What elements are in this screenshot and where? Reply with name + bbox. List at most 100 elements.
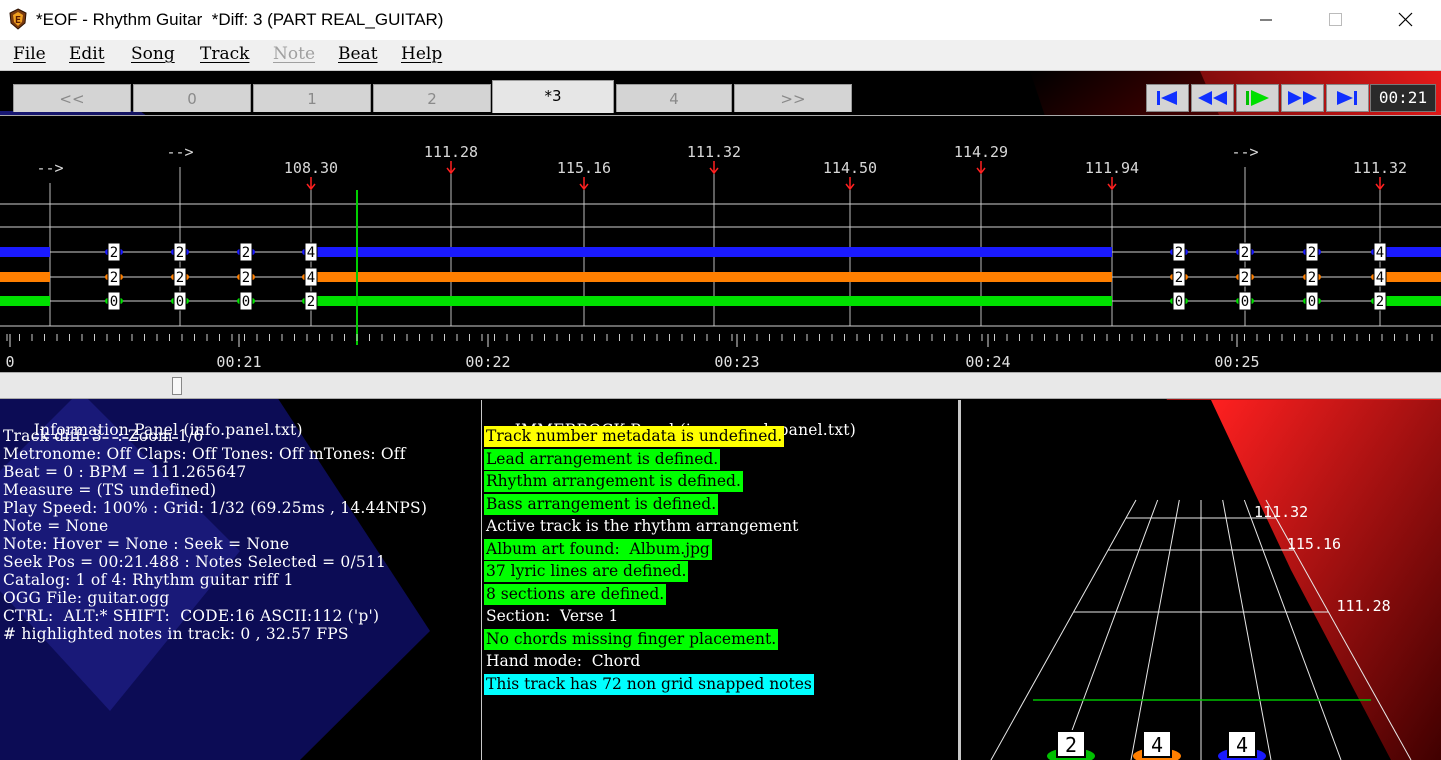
app-icon: E bbox=[9, 8, 27, 30]
fret-number: 0 bbox=[176, 294, 184, 310]
info-line: OGG File: guitar.ogg bbox=[3, 589, 170, 607]
fret-number: 2 bbox=[1376, 294, 1384, 310]
fret-number: 0 bbox=[242, 294, 250, 310]
play-icon bbox=[1246, 90, 1269, 106]
immerrock-line: Section: Verse 1 bbox=[486, 607, 619, 625]
fret-number: 2 bbox=[307, 294, 315, 310]
menu-song[interactable]: Song bbox=[131, 44, 175, 64]
tab-diff-1[interactable]: 1 bbox=[253, 84, 371, 112]
info-line: CTRL: ALT:* SHIFT: CODE:16 ASCII:112 ('p… bbox=[3, 607, 380, 625]
immerrock-line: 8 sections are defined. bbox=[484, 583, 667, 605]
close-button[interactable] bbox=[1371, 0, 1441, 40]
fret-number: 4 bbox=[307, 245, 315, 261]
sustain-bar bbox=[1380, 247, 1441, 257]
info-panel: Information Panel (info.panel.txt) Track… bbox=[0, 400, 480, 760]
play-button[interactable] bbox=[1236, 84, 1279, 112]
fret-number: 2 bbox=[242, 245, 250, 261]
info-panel-lines: Track diff: 3 : Zoom 1/6 Metronome: Off C… bbox=[3, 427, 427, 643]
fast-forward-button[interactable] bbox=[1281, 84, 1324, 112]
fret-number: 2 bbox=[1241, 270, 1249, 286]
tab-diff-2[interactable]: 2 bbox=[373, 84, 491, 112]
fret-number: 0 bbox=[1175, 294, 1183, 310]
beat-label: 115.16 bbox=[557, 159, 611, 177]
info-line: Track diff: 3 : Zoom 1/6 bbox=[3, 427, 204, 445]
info-line: Play Speed: 100% : Grid: 1/32 (69.25ms ,… bbox=[3, 499, 428, 517]
fret-number: 2 bbox=[242, 270, 250, 286]
sustain-bar bbox=[311, 247, 1112, 257]
info-line: Beat = 0 : BPM = 111.265647 bbox=[3, 463, 247, 481]
sustain-bar bbox=[0, 272, 50, 282]
immerrock-line: Album art found: Album.jpg bbox=[484, 538, 712, 560]
fret-number: 2 bbox=[1175, 245, 1183, 261]
fret-number: 4 bbox=[1376, 270, 1384, 286]
fret-number: 2 bbox=[1175, 270, 1183, 286]
sustain-bar bbox=[1380, 272, 1441, 282]
svg-text:E: E bbox=[15, 15, 21, 26]
beat-label: 114.29 bbox=[954, 143, 1008, 161]
preview-beat-label: 111.28 bbox=[1336, 597, 1390, 615]
beat-label: 114.50 bbox=[823, 159, 877, 177]
timeline-label: 00:24 bbox=[965, 353, 1010, 371]
title-bar: E *EOF - Rhythm Guitar *Diff: 3 (PART RE… bbox=[0, 0, 1441, 40]
immerrock-panel: IMMERROCK Panel (immerrock.panel.txt) Tr… bbox=[482, 400, 958, 760]
scrollbar-thumb[interactable] bbox=[172, 377, 182, 395]
immerrock-line: Hand mode: Chord bbox=[486, 652, 641, 670]
beat-label: 111.32 bbox=[1353, 159, 1407, 177]
beat-label: --> bbox=[36, 159, 63, 177]
preview-beat-label: 111.32 bbox=[1254, 503, 1308, 521]
immerrock-line: No chords missing finger placement. bbox=[484, 628, 779, 650]
fret-number: 0 bbox=[110, 294, 118, 310]
playback-time: 00:21 bbox=[1370, 84, 1436, 112]
minimize-button[interactable] bbox=[1231, 0, 1301, 40]
immerrock-line: Active track is the rhythm arrangement bbox=[486, 517, 799, 535]
menu-help[interactable]: Help bbox=[401, 44, 442, 64]
beat-label: 108.30 bbox=[284, 159, 338, 177]
fret-number: 2 bbox=[176, 270, 184, 286]
menu-beat[interactable]: Beat bbox=[338, 44, 378, 64]
sustain-bar bbox=[311, 296, 1112, 306]
immerrock-line: Track number metadata is undefined. bbox=[484, 426, 785, 447]
transport-controls: 00:21 bbox=[1146, 84, 1438, 112]
skip-to-end-button[interactable] bbox=[1326, 84, 1369, 112]
fret-number: 2 bbox=[176, 245, 184, 261]
menu-edit[interactable]: Edit bbox=[69, 44, 105, 64]
fret-number: 2 bbox=[110, 270, 118, 286]
fret-number: 4 bbox=[1376, 245, 1384, 261]
info-line: Seek Pos = 00:21.488 : Notes Selected = … bbox=[3, 553, 387, 571]
rewind-icon bbox=[1198, 91, 1227, 105]
fret-number: 0 bbox=[1241, 294, 1249, 310]
tab-diff-3[interactable]: *3 bbox=[492, 80, 614, 113]
menu-bar: File Edit Song Track Note Beat Help bbox=[0, 40, 1441, 71]
immerrock-line: Bass arrangement is defined. bbox=[484, 493, 719, 515]
fret-number: 4 bbox=[307, 270, 315, 286]
beat-label: 111.32 bbox=[687, 143, 741, 161]
fret-number: 2 bbox=[1308, 270, 1316, 286]
note-editor[interactable]: --> --> 108.30 111.28 115.16 111.32 114.50 114.… bbox=[0, 115, 1441, 372]
skip-to-start-button[interactable] bbox=[1146, 84, 1189, 112]
tab-prev[interactable]: << bbox=[13, 84, 131, 112]
skip-to-end-icon bbox=[1337, 91, 1357, 105]
menu-note[interactable]: Note bbox=[273, 44, 315, 64]
info-line: Measure = (TS undefined) bbox=[3, 481, 217, 499]
close-icon bbox=[1398, 12, 1413, 27]
beat-label: --> bbox=[1231, 143, 1258, 161]
menu-file[interactable]: File bbox=[13, 44, 46, 64]
fret-number: 2 bbox=[110, 245, 118, 261]
sustain-bar bbox=[0, 296, 50, 306]
info-line: Note = None bbox=[3, 517, 109, 535]
tab-next[interactable]: >> bbox=[734, 84, 852, 112]
fret-number: 2 bbox=[1241, 245, 1249, 261]
maximize-button[interactable] bbox=[1301, 0, 1371, 40]
tab-diff-0[interactable]: 0 bbox=[133, 84, 251, 112]
preview-fret-number: 4 bbox=[1151, 733, 1163, 757]
eof-canvas: << 0 1 2 *3 4 >> 00:21 --> --> 108.30 111.2… bbox=[0, 71, 1441, 760]
rewind-button[interactable] bbox=[1191, 84, 1234, 112]
tab-diff-4[interactable]: 4 bbox=[616, 84, 732, 112]
beat-label: 111.28 bbox=[424, 143, 478, 161]
timeline-label: 00:22 bbox=[465, 353, 510, 371]
immerrock-line: This track has 72 non grid snapped notes bbox=[484, 673, 814, 695]
menu-track[interactable]: Track bbox=[200, 44, 249, 64]
timeline-scrollbar[interactable] bbox=[0, 372, 1441, 399]
timeline-label: 00:21 bbox=[216, 353, 261, 371]
sustain-bar bbox=[311, 272, 1112, 282]
